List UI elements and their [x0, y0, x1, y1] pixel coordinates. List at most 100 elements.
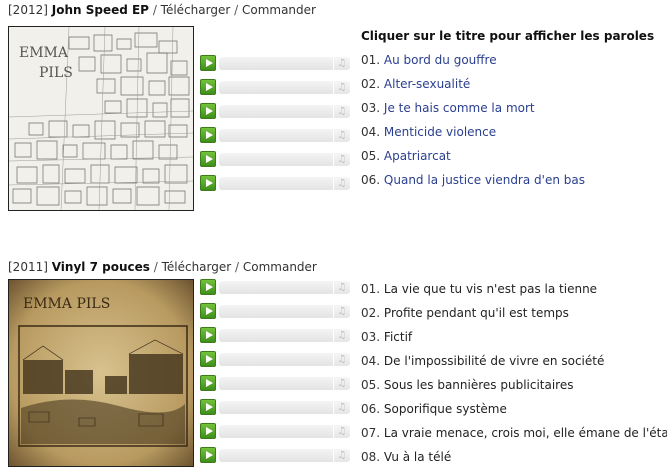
track-item: 02. Profite pendant qu'il est temps	[361, 306, 667, 330]
track-item: 08. Vu à la télé	[361, 450, 667, 474]
progress-bar[interactable]	[219, 377, 333, 390]
order-link[interactable]: Commander	[243, 260, 317, 274]
track-item: 07. La vraie menace, crois moi, elle éma…	[361, 426, 667, 450]
volume-icon[interactable]: ♫	[334, 305, 350, 318]
play-icon[interactable]	[200, 279, 216, 295]
volume-icon[interactable]: ♫	[334, 129, 350, 142]
play-icon[interactable]	[200, 127, 216, 143]
audio-player: ♫	[200, 446, 352, 464]
audio-player: ♫	[200, 350, 352, 368]
player-list: ♫ ♫ ♫ ♫ ♫ ♫	[200, 54, 352, 198]
player-list: ♫ ♫ ♫ ♫ ♫ ♫ ♫ ♫	[200, 278, 352, 470]
track-title-link[interactable]: Menticide violence	[384, 125, 496, 139]
play-icon[interactable]	[200, 351, 216, 367]
play-icon[interactable]	[200, 55, 216, 71]
track-title-link[interactable]: La vie que tu vis n'est pas la tienne	[384, 282, 597, 296]
volume-icon[interactable]: ♫	[334, 401, 350, 414]
progress-bar[interactable]	[219, 129, 333, 142]
track-number: 01.	[361, 53, 381, 67]
download-link[interactable]: Télécharger	[162, 260, 232, 274]
progress-bar[interactable]	[219, 353, 333, 366]
track-number: 02.	[361, 77, 381, 91]
track-title-link[interactable]: Soporifique système	[384, 402, 507, 416]
track-title-link[interactable]: Apatriarcat	[384, 149, 451, 163]
audio-player: ♫	[200, 150, 352, 168]
audio-player: ♫	[200, 102, 352, 120]
track-title-link[interactable]: Alter-sexualité	[384, 77, 470, 91]
volume-icon[interactable]: ♫	[334, 81, 350, 94]
track-title-link[interactable]: Au bord du gouffre	[384, 53, 497, 67]
track-item: 04. De l'impossibilité de vivre en socié…	[361, 354, 667, 378]
volume-icon[interactable]: ♫	[334, 177, 350, 190]
album-cover: EMMA PILS	[8, 26, 194, 211]
progress-bar[interactable]	[219, 329, 333, 342]
release-title[interactable]: Vinyl 7 pouces	[52, 260, 150, 274]
audio-player: ♫	[200, 374, 352, 392]
audio-player: ♫	[200, 422, 352, 440]
play-icon[interactable]	[200, 151, 216, 167]
volume-icon[interactable]: ♫	[334, 329, 350, 342]
play-icon[interactable]	[200, 375, 216, 391]
track-number: 04.	[361, 125, 381, 139]
cover-text: PILS	[39, 65, 73, 81]
audio-player: ♫	[200, 78, 352, 96]
audio-player: ♫	[200, 398, 352, 416]
download-link[interactable]: Télécharger	[161, 3, 231, 17]
play-icon[interactable]	[200, 327, 216, 343]
play-icon[interactable]	[200, 79, 216, 95]
audio-player: ♫	[200, 302, 352, 320]
progress-bar[interactable]	[219, 281, 333, 294]
release-year: [2011]	[8, 260, 48, 274]
track-item: 04. Menticide violence	[361, 125, 654, 149]
track-number: 02.	[361, 306, 381, 320]
album-cover-art: EMMA PILS	[9, 280, 193, 466]
track-item: 01. La vie que tu vis n'est pas la tienn…	[361, 282, 667, 306]
play-icon[interactable]	[200, 175, 216, 191]
separator: /	[234, 3, 242, 17]
track-title-link[interactable]: Je te hais comme la mort	[384, 101, 535, 115]
track-item: 06. Quand la justice viendra d'en bas	[361, 173, 654, 197]
progress-bar[interactable]	[219, 57, 333, 70]
track-title-link[interactable]: Sous les bannières publicitaires	[384, 378, 574, 392]
progress-bar[interactable]	[219, 177, 333, 190]
audio-player: ♫	[200, 126, 352, 144]
progress-bar[interactable]	[219, 449, 333, 462]
track-title-link[interactable]: Fictif	[384, 330, 412, 344]
progress-bar[interactable]	[219, 153, 333, 166]
track-item: 03. Je te hais comme la mort	[361, 101, 654, 125]
track-number: 07.	[361, 426, 381, 440]
release-title[interactable]: John Speed EP	[52, 3, 149, 17]
separator: /	[153, 260, 162, 274]
audio-player: ♫	[200, 174, 352, 192]
track-title-link[interactable]: De l'impossibilité de vivre en société	[384, 354, 604, 368]
play-icon[interactable]	[200, 399, 216, 415]
progress-bar[interactable]	[219, 425, 333, 438]
track-title-link[interactable]: Vu à la télé	[384, 450, 451, 464]
play-icon[interactable]	[200, 103, 216, 119]
order-link[interactable]: Commander	[242, 3, 316, 17]
track-item: 02. Alter-sexualité	[361, 77, 654, 101]
volume-icon[interactable]: ♫	[334, 377, 350, 390]
play-icon[interactable]	[200, 303, 216, 319]
audio-player: ♫	[200, 326, 352, 344]
track-title-link[interactable]: Quand la justice viendra d'en bas	[384, 173, 585, 187]
progress-bar[interactable]	[219, 401, 333, 414]
play-icon[interactable]	[200, 447, 216, 463]
separator: /	[235, 260, 243, 274]
progress-bar[interactable]	[219, 305, 333, 318]
tracklist: Cliquer sur le titre pour afficher les p…	[361, 29, 654, 197]
volume-icon[interactable]: ♫	[334, 353, 350, 366]
track-title-link[interactable]: La vraie menace, crois moi, elle émane d…	[384, 426, 667, 440]
track-number: 08.	[361, 450, 381, 464]
volume-icon[interactable]: ♫	[334, 105, 350, 118]
progress-bar[interactable]	[219, 81, 333, 94]
track-title-link[interactable]: Profite pendant qu'il est temps	[384, 306, 569, 320]
volume-icon[interactable]: ♫	[334, 57, 350, 70]
progress-bar[interactable]	[219, 105, 333, 118]
volume-icon[interactable]: ♫	[334, 153, 350, 166]
volume-icon[interactable]: ♫	[334, 281, 350, 294]
track-item: 05. Sous les bannières publicitaires	[361, 378, 667, 402]
volume-icon[interactable]: ♫	[334, 449, 350, 462]
volume-icon[interactable]: ♫	[334, 425, 350, 438]
play-icon[interactable]	[200, 423, 216, 439]
